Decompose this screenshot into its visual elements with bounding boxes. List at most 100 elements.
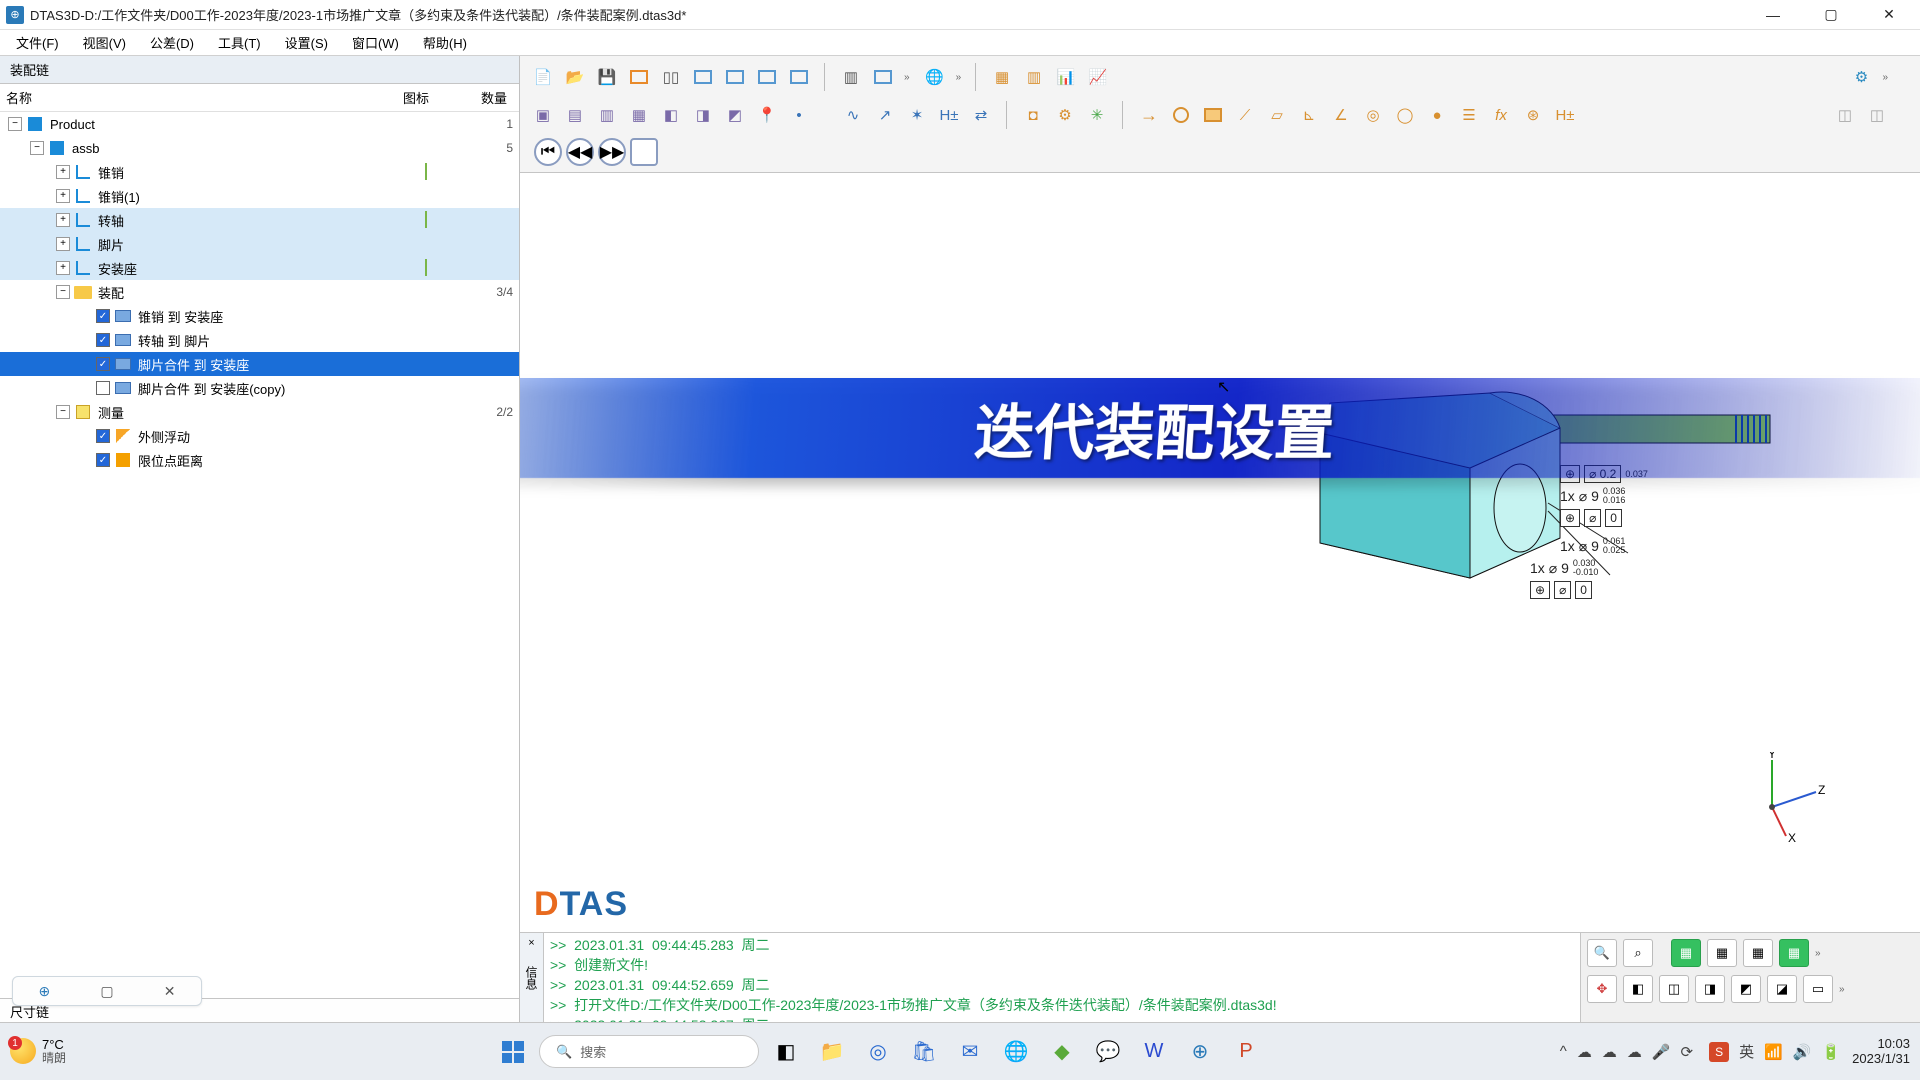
task-view-button[interactable]: ◧ — [767, 1033, 805, 1071]
sidebar-tab-assembly-chain[interactable]: 装配链 — [0, 56, 519, 84]
dim-fill-button[interactable]: ● — [1422, 100, 1452, 130]
dim-ang2-button[interactable]: ∠ — [1326, 100, 1356, 130]
tree-node-meas-item[interactable]: ✓ 外侧浮动 — [0, 424, 519, 448]
tree-node-part[interactable]: + 安装座 — [0, 256, 519, 280]
box2-button[interactable]: ◫ — [1862, 100, 1892, 130]
rewind-start-button[interactable]: ⏮ — [534, 138, 562, 166]
taskbar-clock[interactable]: 10:03 2023/1/31 — [1852, 1037, 1910, 1067]
battery-icon[interactable]: 🔋 — [1821, 1043, 1840, 1061]
tree-node-asm-item-selected[interactable]: ✓ 脚片合件 到 安装座 — [0, 352, 519, 376]
view-grid4-button[interactable]: ▦ — [1779, 939, 1809, 967]
tree-node-asm-item[interactable]: ✓ 转轴 到 脚片 — [0, 328, 519, 352]
axis-gizmo[interactable]: Y Z X — [1750, 752, 1830, 842]
wifi-icon[interactable]: 📶 — [1764, 1043, 1783, 1061]
taskbar-search[interactable]: 🔍 搜索 — [539, 1035, 759, 1068]
powerpoint-pin[interactable]: P — [1227, 1033, 1265, 1071]
dim-fx-button[interactable]: fx — [1486, 100, 1516, 130]
grid2-button[interactable]: ▥ — [1019, 62, 1049, 92]
menu-file[interactable]: 文件(F) — [6, 31, 69, 54]
grid1-button[interactable]: ▦ — [987, 62, 1017, 92]
app-pin-1[interactable]: ◎ — [859, 1033, 897, 1071]
wechat-pin[interactable]: 💬 — [1089, 1033, 1127, 1071]
ime-lang-icon[interactable]: 英 — [1739, 1041, 1754, 1062]
chart-button[interactable]: 📊 — [1051, 62, 1081, 92]
app-pin-2[interactable]: ◆ — [1043, 1033, 1081, 1071]
box1-button[interactable]: ◫ — [1830, 100, 1860, 130]
mini-app-icon[interactable]: ⊕ — [24, 980, 64, 1002]
curve1-button[interactable]: ∿ — [838, 100, 868, 130]
tree-node-assembly-group[interactable]: − 装配 3/4 — [0, 280, 519, 304]
menu-settings[interactable]: 设置(S) — [275, 31, 338, 54]
barrel-button[interactable]: ◘ — [1018, 100, 1048, 130]
face2-button[interactable]: ▤ — [560, 100, 590, 130]
orient-front-button[interactable]: ◫ — [1659, 975, 1689, 1003]
volume-icon[interactable]: 🔊 — [1793, 1043, 1812, 1061]
expander-icon[interactable]: + — [56, 189, 70, 203]
start-button[interactable] — [495, 1034, 531, 1070]
3d-viewport[interactable]: ⊕ ⌀ 0.2 0.037 1x ⌀ 9 0.0360.016 ⊕ ⌀ 0 1x — [520, 173, 1920, 932]
dim-tgt-button[interactable]: ⊛ — [1518, 100, 1548, 130]
more-icon[interactable]: » — [1878, 72, 1892, 83]
mini-window-bar[interactable]: ⊕ ▢ ✕ — [12, 976, 202, 1006]
expander-icon[interactable]: − — [30, 141, 44, 155]
expander-icon[interactable]: − — [8, 117, 22, 131]
open-button[interactable]: 📂 — [560, 62, 590, 92]
rewind-button[interactable]: ◀◀ — [566, 138, 594, 166]
gear2-button[interactable]: ⚙ — [1050, 100, 1080, 130]
view-multi-button[interactable]: ▥ — [836, 62, 866, 92]
win4-button[interactable] — [784, 62, 814, 92]
tree-node-part[interactable]: + 锥销 — [0, 160, 519, 184]
h-tol-button[interactable]: H± — [934, 100, 964, 130]
dim-arrow-button[interactable]: → — [1134, 100, 1164, 130]
zoom-fit-button[interactable]: 🔍 — [1587, 939, 1617, 967]
checkbox-icon[interactable]: ✓ — [96, 429, 110, 443]
adjust-button[interactable]: ⇄ — [966, 100, 996, 130]
dim-angle-button[interactable]: ⟋ — [1230, 100, 1260, 130]
report-button[interactable]: 📈 — [1083, 62, 1113, 92]
menu-tools[interactable]: 工具(T) — [208, 31, 271, 54]
play-button[interactable] — [630, 138, 658, 166]
view-grid1-button[interactable]: ▦ — [1671, 939, 1701, 967]
store-pin[interactable]: 🛍 — [905, 1033, 943, 1071]
more-icon[interactable]: » — [900, 72, 914, 83]
tree-node-product[interactable]: − Product 1 — [0, 112, 519, 136]
maximize-button[interactable]: ▢ — [1816, 4, 1846, 26]
menu-help[interactable]: 帮助(H) — [413, 31, 477, 54]
view-single-button[interactable] — [868, 62, 898, 92]
star-button[interactable]: ✶ — [902, 100, 932, 130]
expander-icon[interactable]: + — [56, 261, 70, 275]
word-pin[interactable]: W — [1135, 1033, 1173, 1071]
mail-pin[interactable]: ✉ — [951, 1033, 989, 1071]
menu-view[interactable]: 视图(V) — [73, 31, 136, 54]
checkbox-icon[interactable]: ✓ — [96, 333, 110, 347]
checkbox-icon[interactable]: ✓ — [96, 309, 110, 323]
zoom-region-button[interactable]: ⌕ — [1623, 939, 1653, 967]
more-icon[interactable]: » — [952, 72, 966, 83]
cloud-icon[interactable]: ☁ — [1602, 1043, 1617, 1061]
tree-node-part[interactable]: + 脚片 — [0, 232, 519, 256]
orient-side-button[interactable]: ◨ — [1695, 975, 1725, 1003]
orient-back-button[interactable]: ◪ — [1767, 975, 1797, 1003]
close-icon[interactable]: × — [526, 937, 538, 949]
arrow-button[interactable]: ↗ — [870, 100, 900, 130]
view-grid2-button[interactable]: ▦ — [1707, 939, 1737, 967]
more-icon[interactable]: » — [1815, 948, 1821, 959]
weather-widget[interactable]: 1 7°C 晴朗 — [10, 1038, 66, 1065]
new-file-button[interactable]: 📄 — [528, 62, 558, 92]
dim-perp-button[interactable]: ⊾ — [1294, 100, 1324, 130]
cloud2-icon[interactable]: ☁ — [1627, 1043, 1642, 1061]
face3-button[interactable]: ▥ — [592, 100, 622, 130]
dim-stack-button[interactable]: ☰ — [1454, 100, 1484, 130]
expander-icon[interactable]: + — [56, 165, 70, 179]
cube1-button[interactable]: ◧ — [656, 100, 686, 130]
expander-icon[interactable]: + — [56, 213, 70, 227]
run-button[interactable]: ⚙ — [1846, 62, 1876, 92]
checkbox-icon[interactable]: ✓ — [96, 453, 110, 467]
tree-node-part[interactable]: + 锥销(1) — [0, 184, 519, 208]
orient-iso-button[interactable]: ◧ — [1623, 975, 1653, 1003]
win1-button[interactable] — [688, 62, 718, 92]
close-button[interactable]: ✕ — [1874, 4, 1904, 26]
tree-node-measure-group[interactable]: − 测量 2/2 — [0, 400, 519, 424]
log-panel[interactable]: >> 2023.01.31 09:44:45.283 周二 >> 创建新文件! … — [544, 933, 1580, 1022]
win3-button[interactable] — [752, 62, 782, 92]
